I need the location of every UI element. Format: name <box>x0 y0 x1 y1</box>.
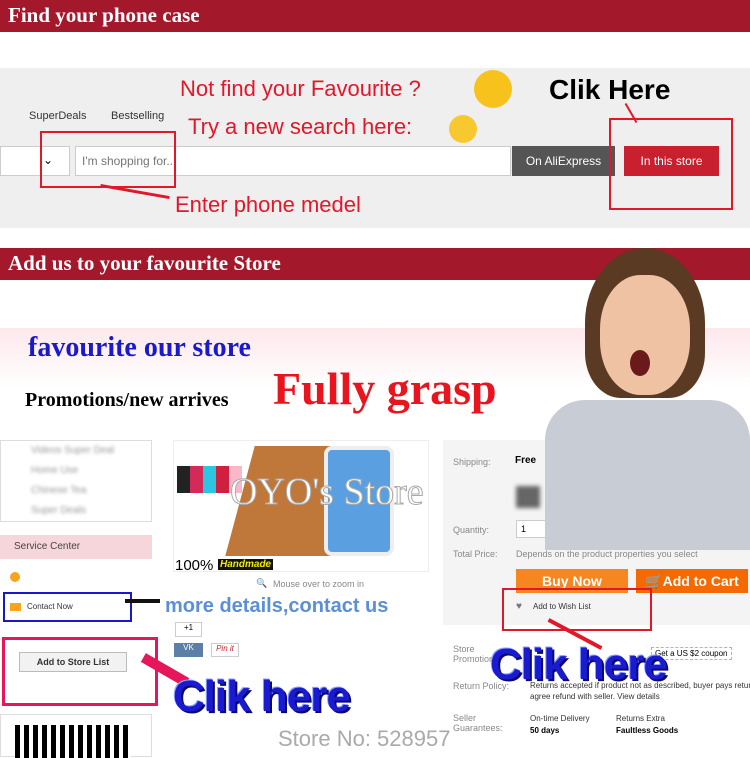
woman-sweater <box>545 400 750 550</box>
total-price-value: Depends on the product properties you se… <box>516 549 698 559</box>
online-icon <box>10 572 20 582</box>
shipping-value: Free <box>515 455 537 466</box>
ontime-delivery: On-time Delivery <box>530 714 590 723</box>
contact-now-link[interactable]: Contact Now <box>27 602 73 611</box>
sidebar-category-list: Videos Super Deal Home Use Chinese Tea S… <box>0 440 152 522</box>
cart-icon: 🛒 <box>645 573 663 589</box>
highlight-store-button <box>609 118 733 210</box>
nav-superdeals[interactable]: SuperDeals <box>29 110 86 122</box>
favourite-store-text: favourite our store <box>28 332 251 363</box>
woman-mouth <box>630 350 650 376</box>
quantity-label: Quantity: <box>453 525 490 535</box>
note-try-search: Try a new search here: <box>188 114 413 139</box>
zoom-hint: Mouse over to zoom in <box>273 579 365 589</box>
clik-here-label: Clik Here <box>549 74 671 105</box>
vk-like-button[interactable]: VK <box>174 643 203 657</box>
returns-extra: Returns Extra <box>616 714 665 723</box>
faultless-goods: Faultless Goods <box>616 726 679 735</box>
store-number: Store No: 528957 <box>278 726 451 751</box>
clik-here-left: Clik here <box>173 672 351 721</box>
add-to-store-list-button[interactable]: Add to Store List <box>19 652 127 672</box>
qr-code-panel <box>0 714 152 758</box>
percent-text: 100% <box>175 557 214 574</box>
arrow-icon <box>125 599 160 603</box>
heart-icon: ♥ <box>516 601 522 612</box>
section-header-find: Find your phone case <box>0 0 750 32</box>
blush-emoji-icon <box>449 115 477 143</box>
add-to-cart-label: Add to Cart <box>662 573 739 589</box>
plus-one-button[interactable]: +1 <box>175 622 202 637</box>
more-details-text: more details,contact us <box>165 595 389 617</box>
woman-face <box>600 275 690 395</box>
sidebar-item[interactable]: Videos Super Deal <box>31 445 114 456</box>
add-to-cart-button[interactable]: 🛒Add to Cart <box>636 569 748 593</box>
qr-code-icon <box>15 725 131 758</box>
note-not-find: Not find your Favourite ? <box>180 76 421 101</box>
fully-grasp-text: Fully grasp <box>273 363 497 414</box>
seller-guarantees-label: Seller Guarantees: <box>453 713 503 733</box>
search-icon: 🔍 <box>256 578 268 588</box>
enter-phone-model: Enter phone medel <box>175 192 361 217</box>
sidebar-item[interactable]: Chinese Tea <box>31 485 86 496</box>
clik-here-right: Clik here <box>490 640 668 689</box>
store-watermark: OYO's Store <box>230 471 425 514</box>
pinit-button[interactable]: Pin it <box>211 643 239 657</box>
handmade-badge: Handmade <box>218 559 274 570</box>
sidebar-item[interactable]: Home Use <box>31 465 78 476</box>
shipping-label: Shipping: <box>453 457 491 467</box>
crying-emoji-icon <box>474 70 512 108</box>
add-to-wish-list-link[interactable]: Add to Wish List <box>533 602 591 611</box>
sidebar-item[interactable]: Super Deals <box>31 505 86 516</box>
delivery-days: 50 days <box>530 726 560 735</box>
return-policy-text2: agree refund with seller. View details <box>530 692 660 701</box>
mail-icon <box>10 603 21 611</box>
promotions-text: Promotions/new arrives <box>25 389 229 411</box>
color-option[interactable] <box>516 486 540 508</box>
highlight-search-box <box>40 131 176 188</box>
nav-bestselling[interactable]: Bestselling <box>111 110 164 122</box>
search-aliexpress-button[interactable]: On AliExpress <box>512 146 615 176</box>
service-center-header: Service Center <box>0 535 152 559</box>
total-price-label: Total Price: <box>453 549 498 559</box>
